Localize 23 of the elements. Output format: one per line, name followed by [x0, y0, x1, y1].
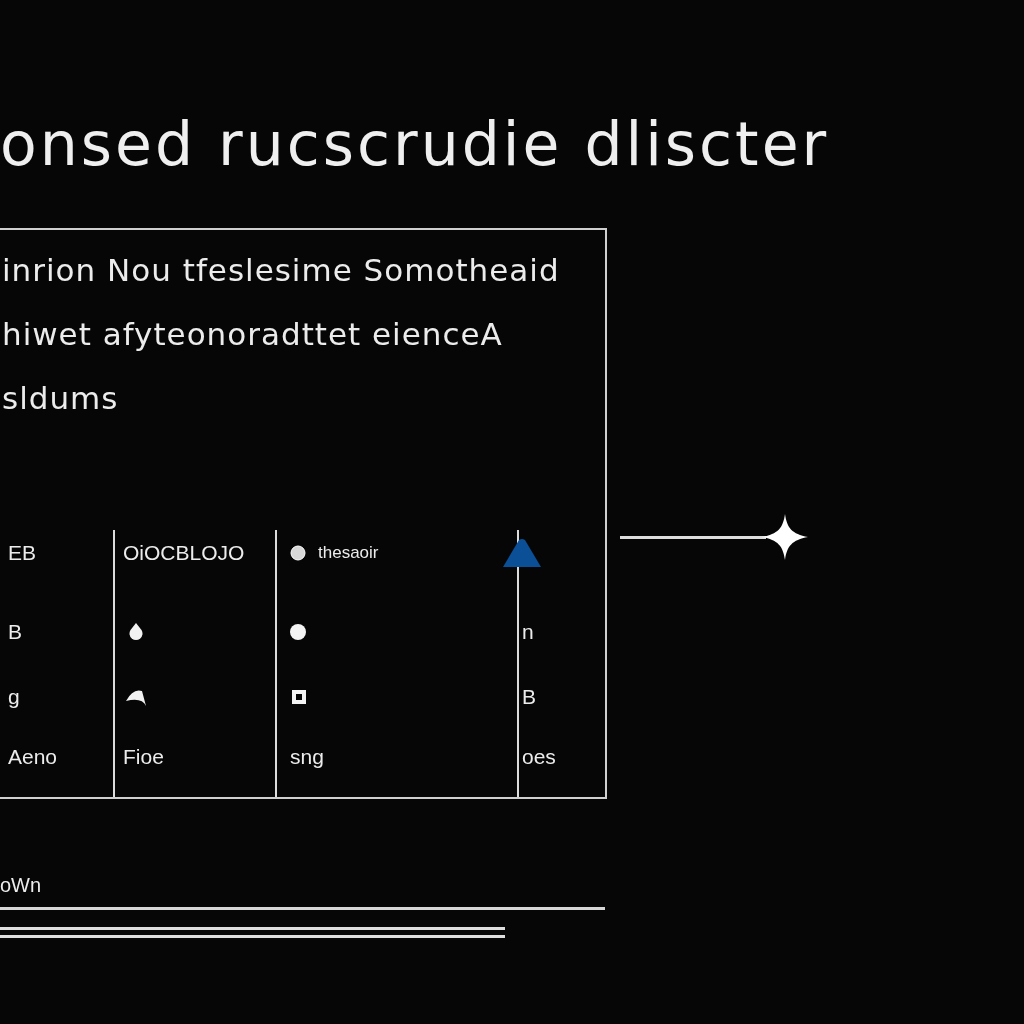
- triangle-icon: [503, 539, 541, 567]
- dot-icon: [290, 624, 306, 640]
- table-cell-text: thesaoir: [318, 542, 379, 564]
- sparkle-icon: [762, 514, 808, 560]
- bullet-icon: [290, 545, 306, 561]
- table-cell-text: B: [8, 619, 22, 645]
- table-cell-text: Aeno: [8, 744, 58, 770]
- table-cell-text: B: [522, 684, 536, 710]
- square-icon: [292, 690, 306, 704]
- table-cell-text: sng: [290, 744, 324, 770]
- body-text: sldums: [1, 379, 120, 418]
- table-cell-text: EB: [8, 540, 36, 566]
- table-cell-text: g: [8, 684, 20, 710]
- table-cell-text: n: [522, 619, 534, 645]
- drop-icon: [129, 623, 143, 640]
- page-title: onsed rucscrudie dliscter: [0, 112, 830, 176]
- table-cell-text: oes: [522, 744, 556, 770]
- body-text: hiwet afyteonoradttet eienceA: [1, 315, 504, 354]
- arc-icon: [125, 687, 147, 707]
- footer-label: oWn: [0, 873, 42, 897]
- table-cell-text: Fioe: [123, 744, 164, 770]
- table-cell-text: OiOCBLOJO: [123, 540, 245, 566]
- body-text: inrion Nou tfeslesime Somotheaid: [1, 251, 561, 290]
